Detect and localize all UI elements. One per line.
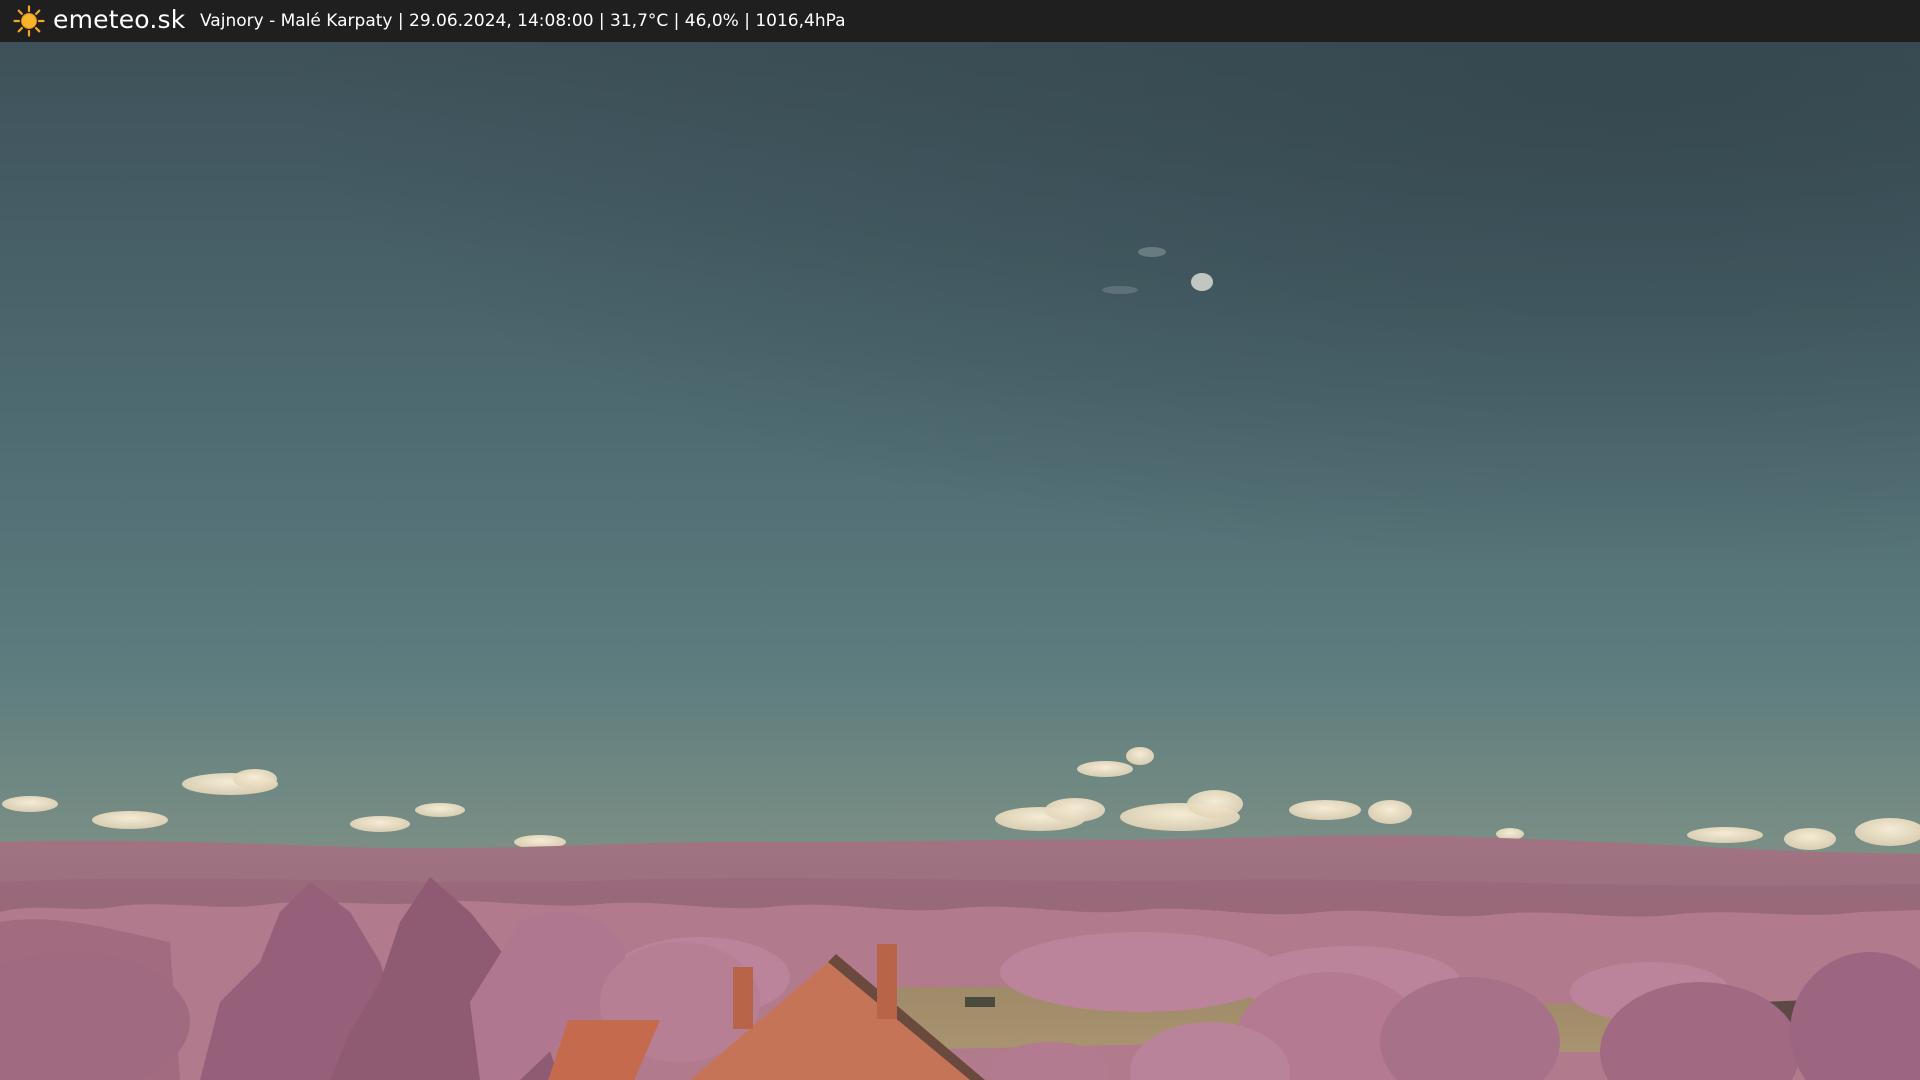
webcam-frame: emeteo.sk Vajnory - Malé Karpaty | 29.06… [0, 0, 1920, 1080]
brand-name[interactable]: emeteo.sk [53, 3, 185, 37]
caption-bar: emeteo.sk Vajnory - Malé Karpaty | 29.06… [0, 0, 1920, 42]
weather-caption: Vajnory - Malé Karpaty | 29.06.2024, 14:… [200, 11, 846, 31]
webcam-image [0, 42, 1920, 1080]
sun-icon [13, 5, 45, 37]
tractor [965, 997, 995, 1007]
